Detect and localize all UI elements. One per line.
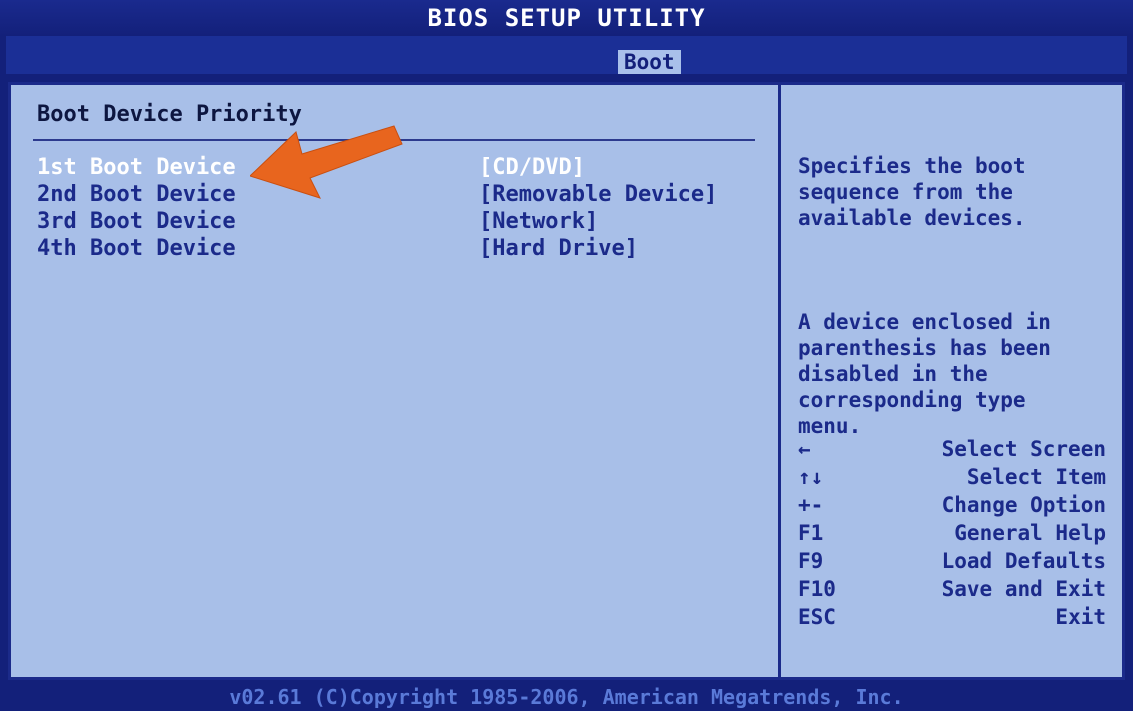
key-label: F10 [798,577,836,601]
key-row-select-item: ↑↓ Select Item [798,465,1118,493]
key-description: Change Option [941,493,1106,517]
key-description: Save and Exit [941,577,1106,601]
key-row-exit: ESC Exit [798,605,1118,633]
boot-device-value[interactable]: [Removable Device] [479,182,717,207]
key-row-load-defaults: F9 Load Defaults [798,549,1118,577]
tab-bar: Boot [6,36,1127,74]
boot-device-row-4[interactable]: 4th Boot Device [Hard Drive] [37,236,757,263]
boot-device-row-3[interactable]: 3rd Boot Device [Network] [37,209,757,236]
boot-device-label: 1st Boot Device [37,155,236,180]
boot-device-value[interactable]: [Hard Drive] [479,236,638,261]
key-description: General Help [954,521,1106,545]
key-description: Load Defaults [941,549,1106,573]
key-description: Select Screen [941,437,1106,461]
boot-device-label: 2nd Boot Device [37,182,236,207]
key-label: F9 [798,549,824,573]
help-paragraph-1: Specifies the boot sequence from the ava… [798,154,1026,230]
key-legend: ← Select Screen ↑↓ Select Item +- Change… [798,437,1118,633]
key-description: Exit [1055,605,1106,629]
key-row-select-screen: ← Select Screen [798,437,1118,465]
key-label: +- [798,493,824,517]
key-label: ESC [798,605,836,629]
key-row-change-option: +- Change Option [798,493,1118,521]
bios-screen: BIOS SETUP UTILITY Boot Boot Device Prio… [0,0,1133,711]
panel-divider [778,85,781,677]
key-label: ↑↓ [798,465,824,489]
help-paragraph-2: A device enclosed in parenthesis has bee… [798,310,1051,438]
copyright-footer: v02.61 (C)Copyright 1985-2006, American … [229,685,904,709]
key-row-general-help: F1 General Help [798,521,1118,549]
main-panel: Boot Device Priority 1st Boot Device [CD… [8,82,1125,680]
key-label: ← [798,437,811,461]
boot-device-value[interactable]: [CD/DVD] [479,155,585,180]
tab-boot[interactable]: Boot [618,50,681,74]
key-row-save-exit: F10 Save and Exit [798,577,1118,605]
key-description: Select Item [966,465,1106,489]
boot-device-label: 3rd Boot Device [37,209,236,234]
key-label: F1 [798,521,824,545]
boot-device-value[interactable]: [Network] [479,209,598,234]
orange-arrow-icon [249,118,410,212]
boot-device-label: 4th Boot Device [37,236,236,261]
app-title: BIOS SETUP UTILITY [0,0,1133,36]
